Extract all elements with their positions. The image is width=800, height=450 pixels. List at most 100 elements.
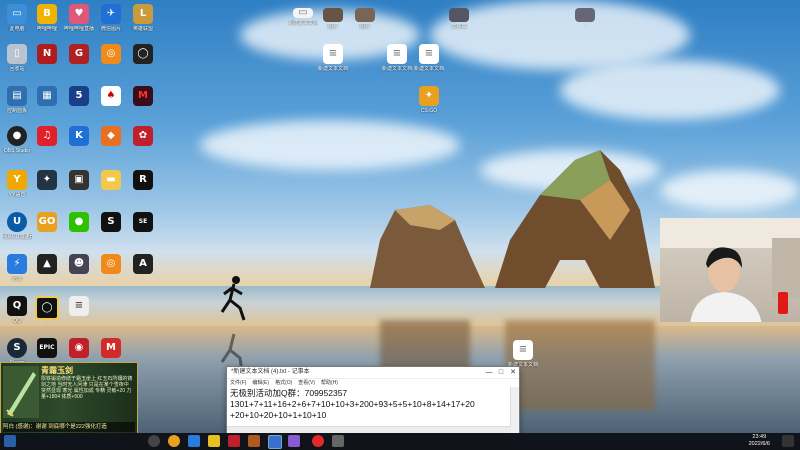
desktop-icon-yy[interactable]: Y YY语音 bbox=[2, 170, 32, 198]
file-icon: ▭ bbox=[293, 8, 313, 18]
desktop-file[interactable]: ≡ 新建文本文档 bbox=[508, 340, 538, 368]
windows-start-icon[interactable] bbox=[4, 435, 16, 447]
desktop-icon-grid[interactable]: N · bbox=[32, 44, 62, 72]
item-description: 陨铁锻造修缮于霜玉崖上 红玉石所镶的铸剑之地 当时无人问津 只是在某个雪夜中突然… bbox=[41, 376, 133, 400]
desktop-file[interactable]: ✦ CS:GO bbox=[414, 86, 444, 114]
desktop-icon-grid[interactable]: GO · bbox=[32, 212, 62, 240]
desktop-icon-control-panel[interactable]: ▤ 控制面板 bbox=[2, 86, 32, 114]
vertical-scrollbar[interactable] bbox=[510, 387, 519, 434]
desktop-icon-grid[interactable]: 5 · bbox=[64, 86, 94, 114]
bilibili-icon: B bbox=[37, 4, 57, 24]
desktop-icon-obs[interactable]: ● OBS Studio bbox=[2, 126, 32, 154]
notepad-text-area[interactable]: 无极别活动加Q群：709952357 1301+7+11+16+2+6+7+10… bbox=[227, 388, 519, 421]
text-file-icon: ≡ bbox=[387, 44, 407, 64]
desktop-icon-grid[interactable]: ▣ · bbox=[64, 170, 94, 198]
taskbar-app-icon[interactable] bbox=[248, 435, 260, 447]
menu-view[interactable]: 查看(V) bbox=[298, 379, 315, 388]
taskbar-app-icon[interactable] bbox=[228, 435, 240, 447]
notepad-window[interactable]: *新建文本文档 (4).txt - 记事本 — □ ✕ 文件(F) 编辑(E) … bbox=[226, 366, 520, 435]
app-icon: A bbox=[133, 254, 153, 274]
image-file-icon bbox=[355, 8, 375, 22]
desktop-icon-grid[interactable]: A · bbox=[128, 254, 158, 282]
app-icon: G bbox=[69, 44, 89, 64]
desktop-icon-grid[interactable]: ◯ · bbox=[32, 296, 62, 328]
desktop-icon-live[interactable]: ♥ 哔哩哔哩直播姬 bbox=[64, 4, 94, 32]
desktop-icon-grid[interactable]: ✦ · bbox=[32, 170, 62, 198]
taskbar-app-icon[interactable] bbox=[288, 435, 300, 447]
desktop-icon-this-pc[interactable]: ▭ 此电脑 bbox=[2, 4, 32, 32]
desktop-icon-app[interactable]: ✈ 微信图片 bbox=[96, 4, 126, 32]
notification-icon[interactable] bbox=[782, 435, 794, 447]
menu-format[interactable]: 格式(O) bbox=[275, 379, 292, 388]
desktop-icon-grid[interactable]: ◎ · bbox=[96, 254, 126, 282]
desktop-icon-grid[interactable]: ♫ · bbox=[32, 126, 62, 154]
csgo-icon: GO bbox=[37, 212, 57, 232]
desktop-file[interactable]: · bbox=[570, 8, 600, 30]
desktop-icon-grid[interactable]: ▬ · bbox=[96, 170, 126, 198]
desktop-file[interactable]: ≡新建文本文档 (2).txt bbox=[382, 44, 412, 72]
menu-edit[interactable]: 编辑(E) bbox=[252, 379, 269, 388]
taskbar-app-icon[interactable] bbox=[208, 435, 220, 447]
desktop-file[interactable]: 图片 bbox=[350, 8, 380, 30]
chrome-icon[interactable] bbox=[168, 435, 180, 447]
desktop-file[interactable]: ≡新建文本文档 (3).txt bbox=[414, 44, 444, 72]
taskbar: 23:49 2022/6/6 bbox=[0, 433, 800, 450]
app-icon: R bbox=[133, 170, 153, 190]
text-line-2: 1301+7+11+16+2+6+7+10+10+3+200+93+5+5+10… bbox=[230, 399, 475, 409]
desktop-icon-grid[interactable]: M· bbox=[128, 86, 158, 114]
taskbar-app-icon[interactable] bbox=[148, 435, 160, 447]
menu-file[interactable]: 文件(F) bbox=[230, 379, 246, 388]
rock-formation-right bbox=[495, 150, 655, 288]
desktop-icon-recycle-bin[interactable]: ▯ 回收站 bbox=[2, 44, 32, 72]
desktop-icon-grid[interactable]: ◎ · bbox=[96, 44, 126, 72]
obs-icon: ● bbox=[7, 126, 27, 146]
desktop-file[interactable]: ▭ 新建文本文档 bbox=[288, 8, 318, 27]
app-icon: N bbox=[37, 44, 57, 64]
menu-help[interactable]: 帮助(H) bbox=[321, 379, 338, 388]
taskbar-app-icon[interactable] bbox=[268, 435, 282, 449]
clock-date: 2022/6/6 bbox=[748, 441, 770, 447]
desktop-icon-grid[interactable]: ▦ · bbox=[32, 86, 62, 114]
desktop-icon-grid[interactable]: ▲ · bbox=[32, 254, 62, 282]
rock-formation-left bbox=[370, 205, 485, 288]
desktop-icon-grid[interactable]: ≡ · bbox=[64, 296, 94, 324]
desktop-icon-grid[interactable]: ♠ · bbox=[96, 86, 126, 114]
desktop-icon-grid[interactable]: G · bbox=[64, 44, 94, 72]
app-icon: ☻ bbox=[69, 254, 89, 274]
desktop-file[interactable]: 文件夹 bbox=[444, 8, 474, 30]
maximize-button[interactable]: □ bbox=[495, 367, 507, 378]
app-icon: ◉ bbox=[69, 338, 89, 358]
desktop-icon-grid[interactable]: ☻ · bbox=[64, 254, 94, 282]
desktop-icon-lol[interactable]: L 英雄联盟 bbox=[128, 4, 158, 32]
desktop-file[interactable]: 图片 bbox=[318, 8, 348, 30]
minimize-button[interactable]: — bbox=[483, 367, 495, 378]
app-icon: M bbox=[101, 338, 121, 358]
notepad-titlebar[interactable]: *新建文本文档 (4).txt - 记事本 — □ ✕ bbox=[227, 367, 519, 379]
desktop-file[interactable]: ≡新建文本文档.txt bbox=[318, 44, 348, 72]
desktop-icon-grid[interactable]: K · bbox=[64, 126, 94, 154]
overwatch-icon: ◎ bbox=[101, 254, 121, 274]
taskbar-app-icon[interactable] bbox=[332, 435, 344, 447]
desktop-icon-uu[interactable]: U 网易UU加速器 bbox=[2, 212, 32, 240]
taskbar-app-icon[interactable] bbox=[188, 435, 200, 447]
desktop-icon-grid[interactable]: ◆ · bbox=[96, 126, 126, 154]
desktop-icon-qq[interactable]: Q QQ bbox=[2, 296, 32, 324]
desktop-icon-grid[interactable]: S · bbox=[96, 212, 126, 240]
close-button[interactable]: ✕ bbox=[507, 367, 519, 378]
desktop-icon-bilibili[interactable]: B 哔哩哔哩 bbox=[32, 4, 62, 32]
taskbar-app-icon[interactable] bbox=[312, 435, 324, 447]
overwatch-icon: ◎ bbox=[101, 44, 121, 64]
text-line-1: 无极别活动加Q群：709952357 bbox=[230, 388, 348, 398]
computer-icon: ▭ bbox=[7, 4, 27, 24]
desktop-icon-grid[interactable]: R · bbox=[128, 170, 158, 198]
desktop-icon-grid[interactable]: SE · bbox=[128, 212, 158, 240]
system-clock[interactable]: 23:49 2022/6/6 bbox=[749, 434, 770, 448]
desktop-icon-grid[interactable]: ● · bbox=[64, 212, 94, 240]
desktop-icon-grid[interactable]: ◯ · bbox=[128, 44, 158, 72]
desktop-icon-grid[interactable]: ✿ · bbox=[128, 126, 158, 154]
app-icon: ◆ bbox=[101, 126, 121, 146]
desktop-icon-thunder[interactable]: ⚡ 迅雷 bbox=[2, 254, 32, 282]
csgo-icon: ✦ bbox=[419, 86, 439, 106]
app-icon: ◯ bbox=[133, 44, 153, 64]
text-file-icon: ≡ bbox=[323, 44, 343, 64]
